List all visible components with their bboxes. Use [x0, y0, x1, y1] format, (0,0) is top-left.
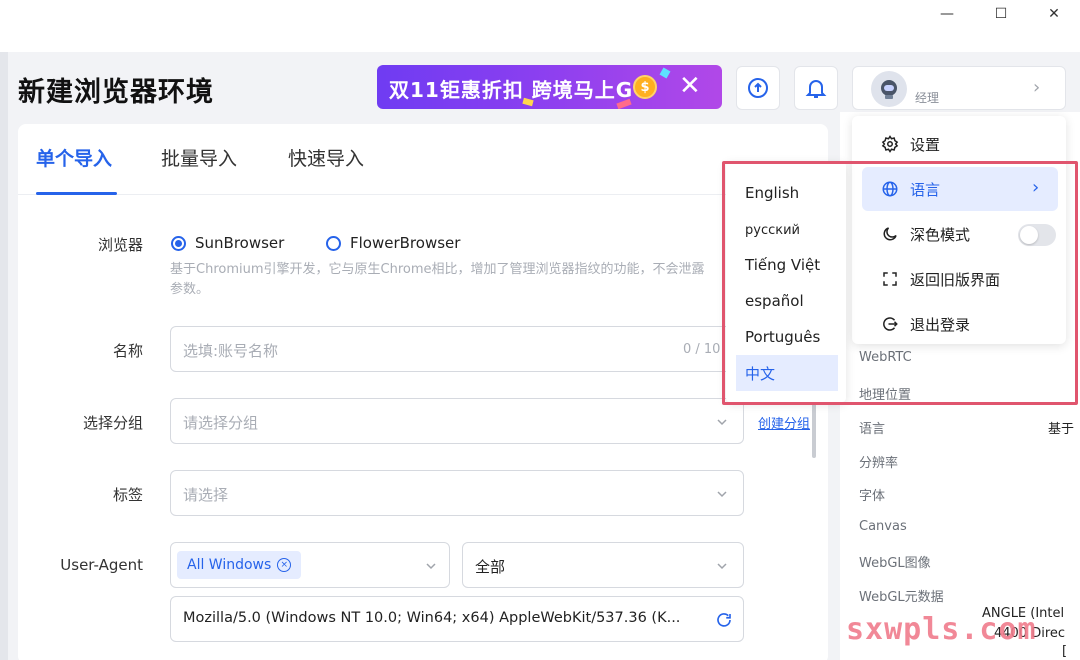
chevron-down-icon: [717, 491, 727, 498]
lang-option-portuguese[interactable]: Português: [736, 319, 838, 355]
sync-icon: [748, 78, 768, 98]
chevron-right-icon: ›: [1033, 77, 1041, 98]
menu-item-legacy-ui-label: 返回旧版界面: [910, 270, 1001, 289]
rp-item-webgl-image: WebGL图像: [859, 556, 931, 571]
browser-hint-line1: 基于Chromium引擎开发，它与原生Chrome相比，增加了管理浏览器指纹的功…: [170, 262, 705, 277]
banner-close-button[interactable]: ✕: [679, 71, 701, 101]
rp-item-language: 语言: [859, 422, 886, 437]
rp-item-resolution: 分辨率: [859, 456, 899, 471]
tab-single-import[interactable]: 单个导入: [36, 144, 112, 171]
logout-icon: [880, 314, 900, 334]
tags-select[interactable]: 请选择: [170, 470, 744, 516]
chevron-down-icon: [717, 563, 727, 570]
globe-icon: [880, 179, 900, 199]
promo-banner[interactable]: 双11钜惠折扣 跨境马上G $ ✕: [377, 65, 722, 109]
menu-item-dark-mode-label: 深色模式: [910, 225, 971, 244]
lang-option-vietnamese[interactable]: Tiếng Việt: [736, 247, 838, 283]
dark-mode-toggle[interactable]: [1018, 224, 1056, 246]
rp-item-fonts: 字体: [859, 489, 886, 504]
coin-icon: $: [633, 75, 657, 99]
tags-placeholder: 请选择: [183, 486, 229, 504]
os-select[interactable]: All Windows ×: [170, 542, 450, 588]
useragent-label: User-Agent: [60, 556, 143, 574]
lang-option-spanish[interactable]: español: [736, 283, 838, 319]
maximize-button[interactable]: ☐: [988, 4, 1014, 24]
chevron-right-icon: ›: [1032, 177, 1040, 198]
rp-item-canvas: Canvas: [859, 519, 907, 534]
version-select[interactable]: 全部: [462, 542, 744, 588]
rp-item-webrtc: WebRTC: [859, 350, 912, 365]
menu-item-dark-mode[interactable]: 深色模式: [862, 212, 1058, 256]
close-window-button[interactable]: ✕: [1041, 4, 1067, 24]
scrollbar[interactable]: [812, 398, 816, 458]
sync-button[interactable]: [736, 66, 780, 110]
browser-hint: 基于Chromium引擎开发，它与原生Chrome相比，增加了管理浏览器指纹的功…: [170, 260, 710, 300]
useragent-input[interactable]: Mozilla/5.0 (Windows NT 10.0; Win64; x64…: [170, 596, 744, 642]
group-label: 选择分组: [82, 414, 143, 432]
webgl-meta-value-3: [: [1062, 644, 1068, 659]
create-group-link[interactable]: 创建分组: [758, 413, 810, 432]
sunbrowser-radio[interactable]: [171, 236, 186, 251]
avatar: [871, 71, 907, 107]
flowerbrowser-radio[interactable]: [326, 236, 341, 251]
os-tag: All Windows ×: [177, 551, 302, 579]
name-placeholder: 选填:账号名称: [183, 342, 279, 360]
gear-icon: [880, 134, 900, 154]
menu-item-settings[interactable]: 设置: [862, 122, 1058, 166]
window-titlebar: [0, 0, 1080, 52]
bell-icon: [805, 80, 827, 98]
menu-item-logout-label: 退出登录: [910, 315, 971, 334]
group-placeholder: 请选择分组: [183, 414, 259, 432]
main-form-card: 单个导入 批量导入 快速导入 浏览器 SunBrowser FlowerBrow…: [18, 124, 828, 660]
os-tag-label: All Windows: [187, 557, 272, 573]
menu-item-legacy-ui[interactable]: 返回旧版界面: [862, 257, 1058, 301]
user-menu-trigger[interactable]: 经理 ›: [852, 66, 1066, 110]
tab-divider: [18, 194, 828, 195]
left-edge-strip: [0, 52, 8, 660]
user-dropdown-menu: 设置 语言 › 深色模式 返回旧版界面 退出登录: [852, 116, 1066, 344]
tab-batch-import[interactable]: 批量导入: [161, 144, 237, 171]
menu-item-language[interactable]: 语言 ›: [862, 167, 1058, 211]
confetti-decoration: [659, 67, 671, 79]
language-submenu: English русский Tiếng Việt español Portu…: [726, 162, 846, 402]
minimize-button[interactable]: —: [934, 4, 960, 24]
lang-option-chinese[interactable]: 中文: [736, 355, 838, 391]
chevron-down-icon: [717, 419, 727, 426]
name-input[interactable]: 选填:账号名称 0 / 10: [170, 326, 744, 372]
tag-close-icon[interactable]: ×: [277, 558, 292, 572]
watermark: sxwpls.com: [846, 612, 1037, 647]
menu-item-language-label: 语言: [910, 180, 941, 199]
tab-quick-import[interactable]: 快速导入: [288, 144, 364, 171]
lang-option-english[interactable]: English: [736, 175, 838, 211]
page-title: 新建浏览器环境: [18, 77, 214, 108]
group-select[interactable]: 请选择分组: [170, 398, 744, 444]
rp-item-location: 地理位置: [859, 388, 912, 403]
chevron-down-icon: [426, 563, 436, 570]
name-counter: 0 / 10: [683, 342, 721, 357]
browser-label: 浏览器: [97, 236, 143, 254]
browser-hint-line2: 参数。: [170, 282, 210, 297]
moon-icon: [880, 224, 900, 244]
version-value: 全部: [475, 558, 506, 576]
user-name: 经理: [915, 91, 940, 105]
menu-item-logout[interactable]: 退出登录: [862, 302, 1058, 346]
name-label: 名称: [112, 342, 143, 360]
switch-icon: [880, 269, 900, 289]
menu-item-settings-label: 设置: [910, 135, 941, 154]
tags-label: 标签: [112, 486, 143, 504]
rp-language-value: 基于: [1048, 422, 1075, 437]
astronaut-icon: [881, 80, 897, 99]
lang-option-russian[interactable]: русский: [736, 212, 838, 248]
active-tab-indicator: [36, 192, 117, 195]
rp-item-webgl-meta: WebGL元数据: [859, 590, 944, 605]
banner-text: 双11钜惠折扣 跨境马上G: [389, 78, 634, 102]
sunbrowser-label[interactable]: SunBrowser: [195, 234, 284, 252]
flowerbrowser-label[interactable]: FlowerBrowser: [350, 234, 460, 252]
refresh-icon[interactable]: [715, 611, 733, 629]
notification-button[interactable]: [794, 66, 838, 110]
useragent-value: Mozilla/5.0 (Windows NT 10.0; Win64; x64…: [183, 610, 681, 626]
